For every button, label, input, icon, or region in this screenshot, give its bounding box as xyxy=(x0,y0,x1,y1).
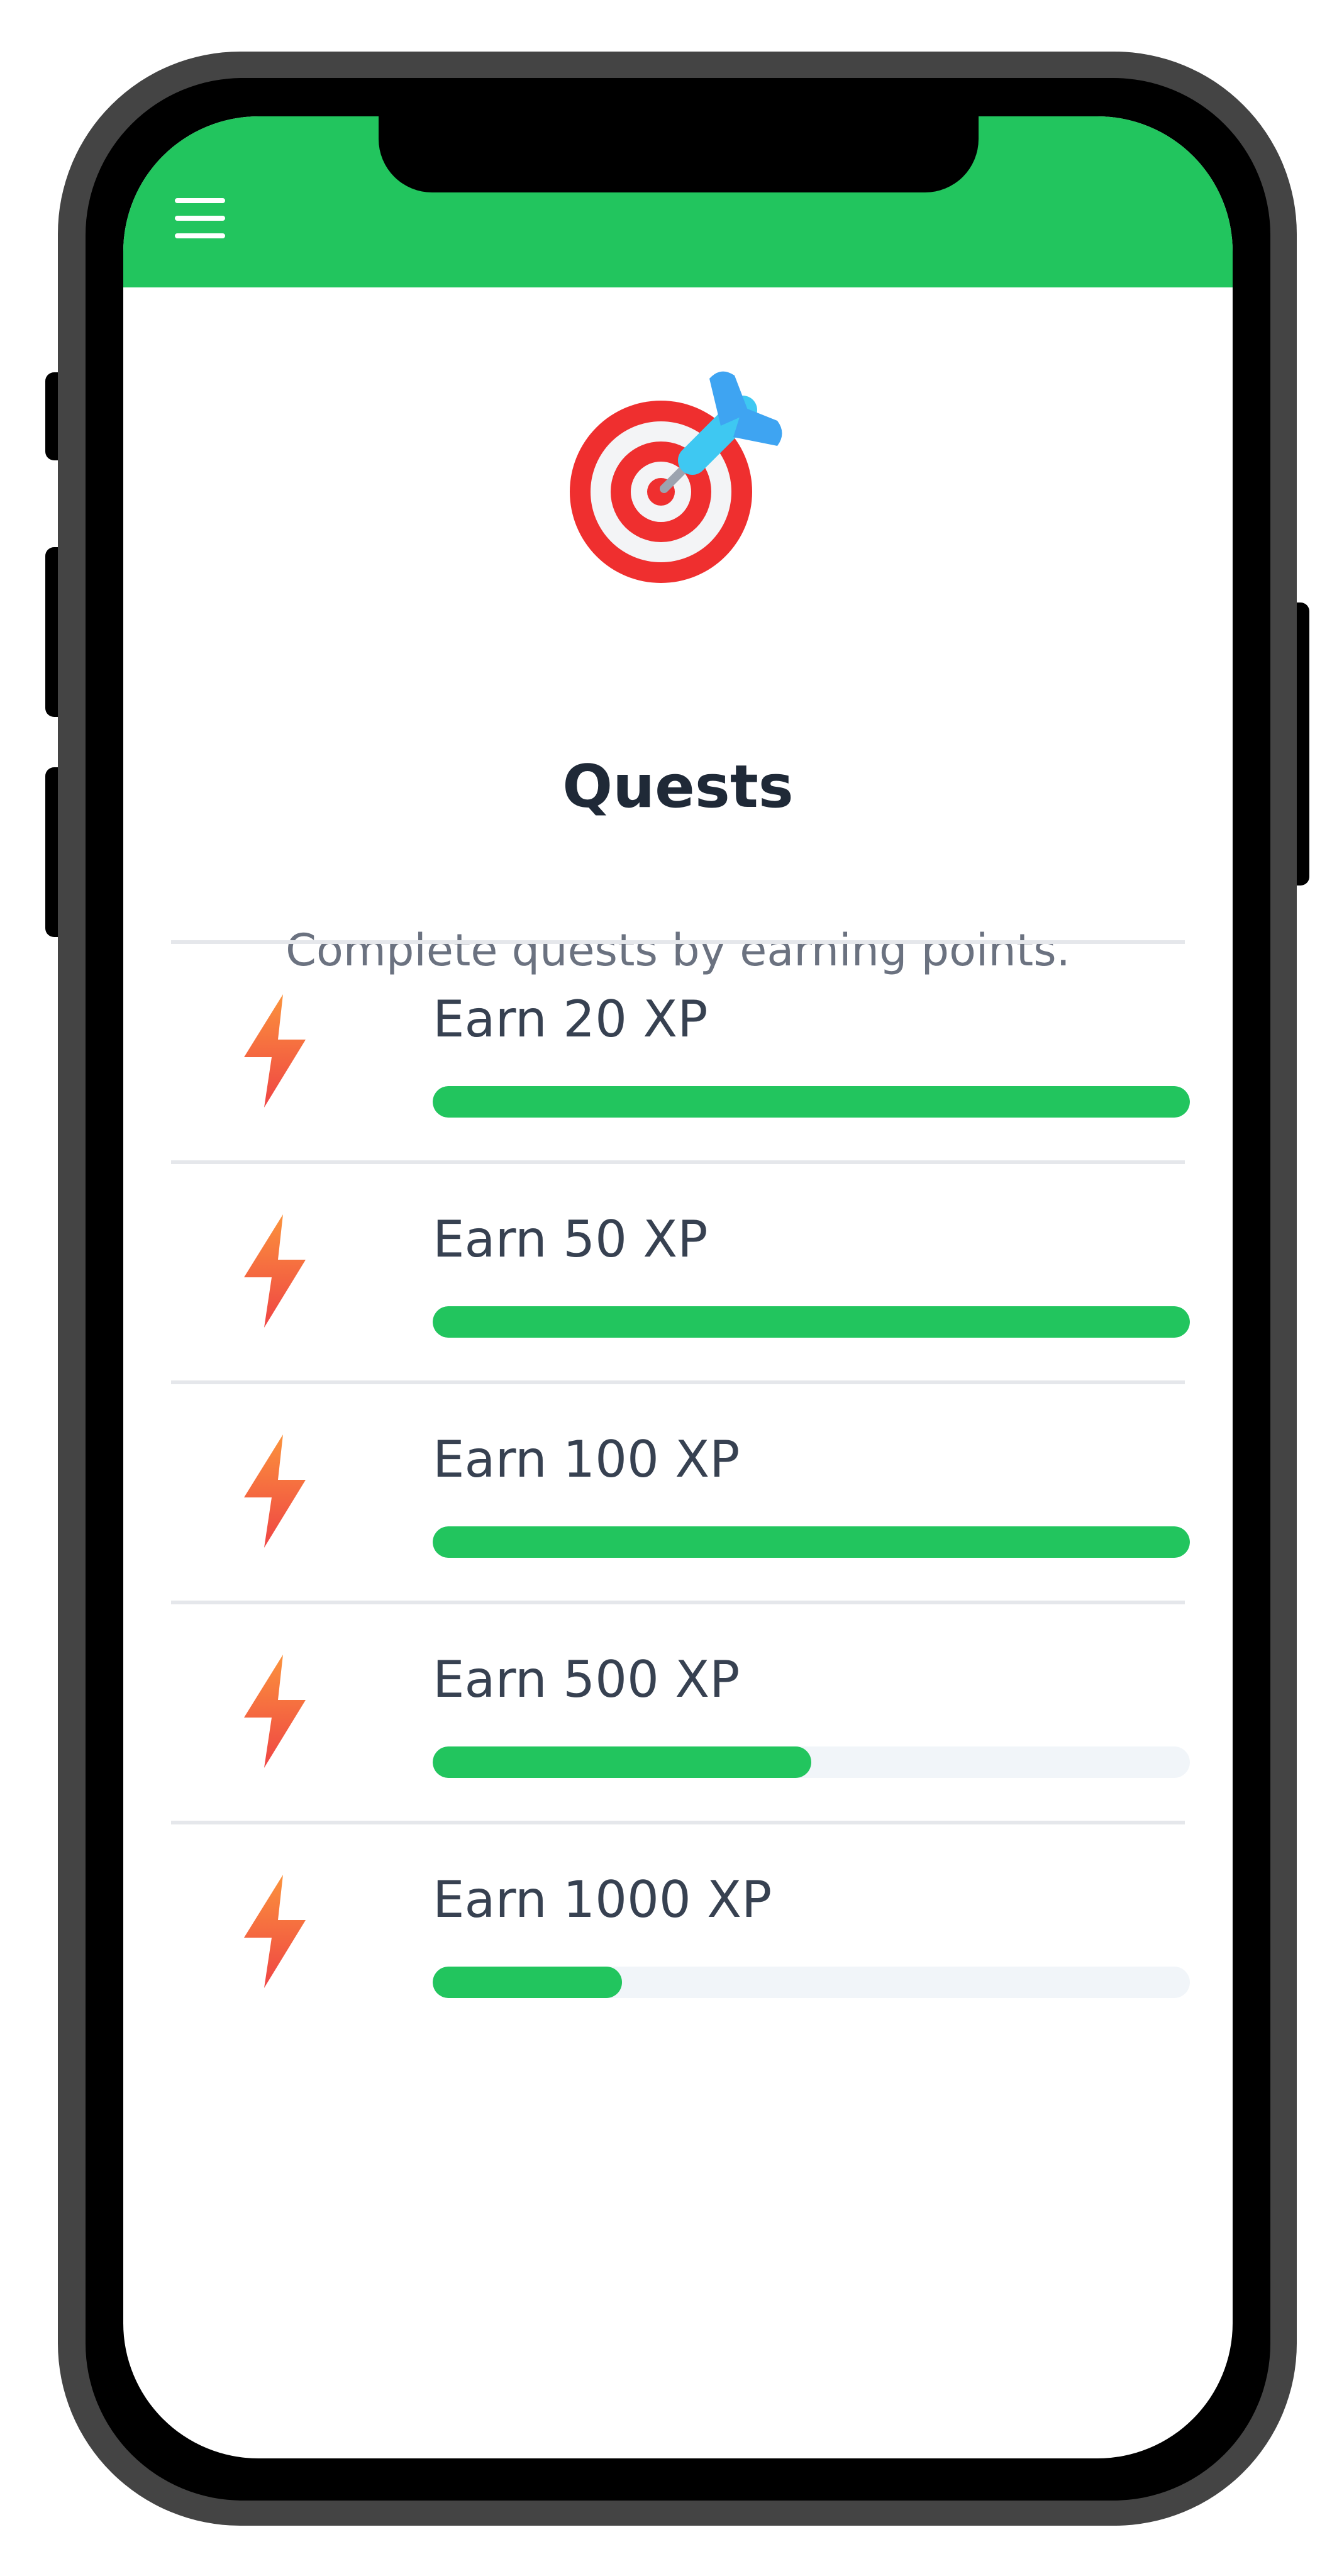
progress-fill xyxy=(433,1526,1190,1558)
progress-bar xyxy=(433,1086,1190,1118)
quest-label: Earn 100 XP xyxy=(433,1430,740,1489)
phone-screen: Quests Complete quests by earning points… xyxy=(123,116,1233,2458)
progress-bar xyxy=(433,1306,1190,1338)
progress-fill xyxy=(433,1967,622,1998)
target-with-dart-icon xyxy=(570,371,782,583)
quest-label: Earn 500 XP xyxy=(433,1650,740,1709)
lightning-bolt-icon xyxy=(244,994,306,1108)
progress-fill xyxy=(433,1306,1190,1338)
lightning-bolt-icon xyxy=(244,1875,306,1988)
progress-bar xyxy=(433,1526,1190,1558)
lightning-bolt-icon xyxy=(244,1435,306,1548)
quest-item[interactable]: Earn 50 XP xyxy=(171,1160,1190,1380)
quest-label: Earn 50 XP xyxy=(433,1210,708,1269)
lightning-bolt-icon xyxy=(244,1655,306,1768)
progress-fill xyxy=(433,1746,811,1778)
progress-bar xyxy=(433,1746,1190,1778)
quest-label: Earn 20 XP xyxy=(433,990,708,1048)
phone-notch xyxy=(379,116,979,192)
quest-item[interactable]: Earn 100 XP xyxy=(171,1380,1190,1601)
progress-fill xyxy=(433,1086,1190,1118)
quest-item[interactable]: Earn 1000 XP xyxy=(171,1821,1190,2041)
progress-bar xyxy=(433,1967,1190,1998)
quest-label: Earn 1000 XP xyxy=(433,1870,772,1929)
page-title: Quests xyxy=(562,753,794,821)
quest-item[interactable]: Earn 20 XP xyxy=(171,940,1190,1160)
quest-item[interactable]: Earn 500 XP xyxy=(171,1601,1190,1821)
lightning-bolt-icon xyxy=(244,1214,306,1328)
hamburger-menu-icon[interactable] xyxy=(175,198,228,251)
